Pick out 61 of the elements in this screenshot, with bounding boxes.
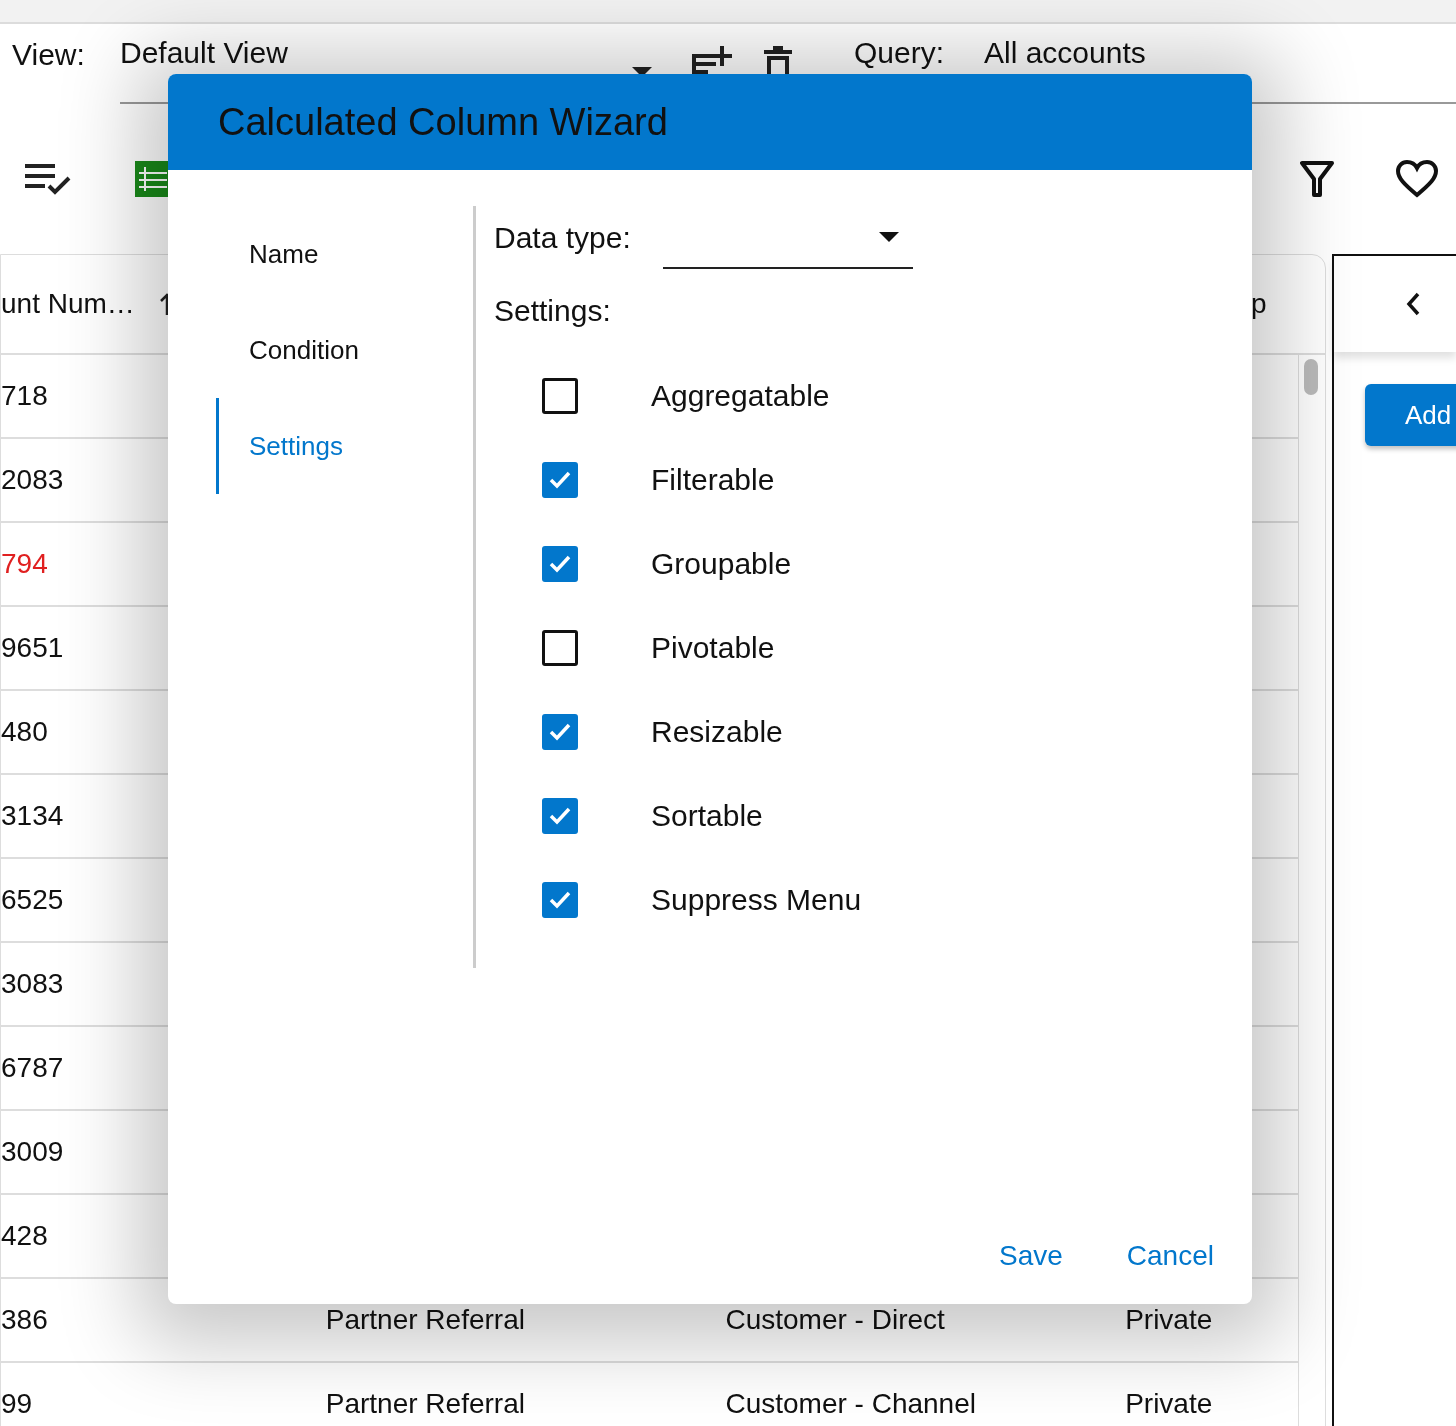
table-cell: 9651 xyxy=(1,632,64,664)
table-cell: Customer - Direct xyxy=(725,1304,945,1336)
table-cell: Customer - Channel xyxy=(725,1388,976,1420)
checkbox[interactable] xyxy=(542,798,578,834)
table-cell: 2083 xyxy=(1,464,64,496)
dialog-title: Calculated Column Wizard xyxy=(218,100,668,144)
add-button[interactable]: Add xyxy=(1365,384,1456,446)
scrollbar-thumb[interactable] xyxy=(1304,359,1318,395)
data-type-label: Data type: xyxy=(494,221,631,255)
query-value: All accounts xyxy=(984,36,1146,71)
list-check-icon[interactable] xyxy=(25,162,73,196)
table-cell: 794 xyxy=(1,548,48,580)
table-cell: 6525 xyxy=(1,884,64,916)
table-cell: 3009 xyxy=(1,1136,64,1168)
checkbox-label: Aggregatable xyxy=(651,379,830,413)
spreadsheet-icon[interactable] xyxy=(135,161,171,197)
wizard-step[interactable]: Settings xyxy=(216,398,473,494)
table-cell: Partner Referral xyxy=(325,1304,525,1336)
table-cell: 99 xyxy=(1,1388,33,1420)
chevron-left-icon[interactable] xyxy=(1406,292,1420,316)
dialog-button[interactable]: Cancel xyxy=(1114,1232,1226,1280)
checkbox[interactable] xyxy=(542,546,578,582)
table-cell: Private xyxy=(1125,1304,1213,1336)
table-cell: Partner Referral xyxy=(325,1388,525,1420)
table-cell: 386 xyxy=(1,1304,48,1336)
checkbox-label: Groupable xyxy=(651,547,792,581)
view-label: View: xyxy=(12,38,86,73)
table-cell: 3083 xyxy=(1,968,64,1000)
filter-icon[interactable] xyxy=(1300,161,1334,197)
column-header[interactable]: p xyxy=(1251,288,1267,320)
query-label: Query: xyxy=(854,36,946,71)
checkmark-icon xyxy=(548,806,572,826)
dialog-button[interactable]: Save xyxy=(987,1232,1075,1280)
view-select[interactable]: Default View xyxy=(120,42,660,102)
checkmark-icon xyxy=(548,554,572,574)
checkbox-label: Pivotable xyxy=(651,631,775,665)
table-cell: 3134 xyxy=(1,800,64,832)
table-cell: 6787 xyxy=(1,1052,64,1084)
checkbox[interactable] xyxy=(542,882,578,918)
checkbox[interactable] xyxy=(542,714,578,750)
checkmark-icon xyxy=(548,470,572,490)
checkbox-label: Sortable xyxy=(651,799,763,833)
table-cell: 428 xyxy=(1,1220,48,1252)
checkmark-icon xyxy=(548,722,572,742)
column-header[interactable]: unt Num… xyxy=(1,288,135,320)
checkbox[interactable] xyxy=(542,462,578,498)
checkbox[interactable] xyxy=(542,378,578,414)
caret-icon xyxy=(632,67,652,77)
checkmark-icon xyxy=(548,890,572,910)
wizard-step[interactable]: Condition xyxy=(216,302,473,398)
checkbox[interactable] xyxy=(542,630,578,666)
caret-icon xyxy=(878,232,899,242)
checkbox-label: Suppress Menu xyxy=(651,883,862,917)
checkbox-label: Resizable xyxy=(651,715,783,749)
table-cell: 718 xyxy=(1,380,48,412)
table-cell: Private xyxy=(1125,1388,1213,1420)
wizard-step[interactable]: Name xyxy=(216,206,473,302)
checkbox-label: Filterable xyxy=(651,463,775,497)
table-cell: 480 xyxy=(1,716,48,748)
settings-label: Settings: xyxy=(494,294,612,328)
heart-icon[interactable] xyxy=(1396,160,1438,198)
